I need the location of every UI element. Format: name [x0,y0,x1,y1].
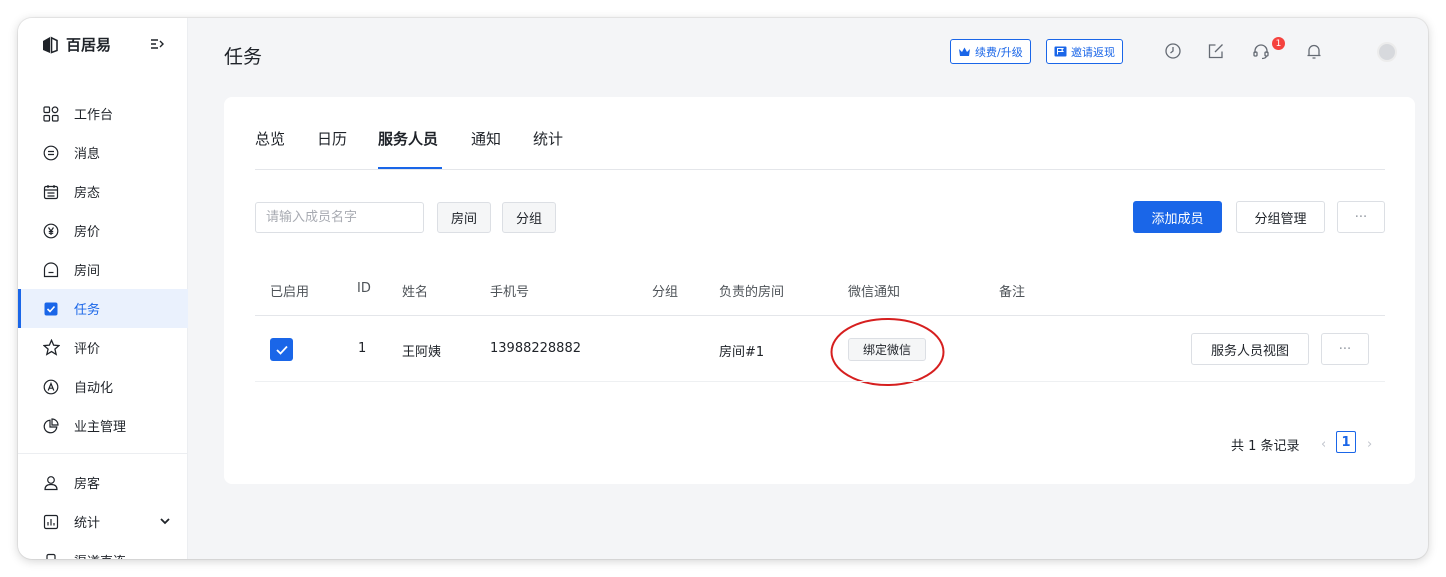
col-group: 分组 [652,285,679,300]
invite-cashback-button[interactable]: 邀请返现 [1046,39,1123,64]
sidebar-item-label: 消息 [74,147,101,162]
toolbar-more-button[interactable]: ··· [1337,201,1385,233]
active-tab-indicator [378,167,442,169]
headset-support-icon[interactable] [1252,42,1270,60]
user-icon [42,474,60,492]
col-enabled: 已启用 [270,285,310,300]
filter-room-button[interactable]: 房间 [437,202,491,233]
cell-id: 1 [358,341,367,356]
collapse-sidebar-icon[interactable] [150,37,164,51]
group-manage-button[interactable]: 分组管理 [1236,201,1325,233]
cell-rooms: 房间#1 [719,345,765,360]
sidebar-item-reviews[interactable]: 评价 [18,328,188,367]
sidebar-item-statistics[interactable]: 统计 [18,502,188,541]
edit-icon[interactable] [1207,42,1225,60]
tab-statistics[interactable]: 统计 [533,128,563,149]
col-id: ID [357,281,371,296]
bell-icon[interactable] [1305,42,1323,60]
tab-calendar[interactable]: 日历 [317,128,347,149]
automation-icon [42,378,60,396]
tab-overview[interactable]: 总览 [255,128,285,149]
tab-notifications[interactable]: 通知 [471,128,501,149]
sidebar-item-automation[interactable]: 自动化 [18,367,188,406]
sidebar-item-label: 渠道直连 [74,551,126,559]
chevron-down-icon [160,518,170,525]
pagination-summary: 共 1 条记录 [1231,439,1300,454]
renew-upgrade-button[interactable]: 续费/升级 [950,39,1031,64]
annotation-circle [830,318,945,386]
channel-icon [42,552,60,559]
sidebar-nav: 工作台 消息 房态 房价 房间 任务 评价 自动化 业主管理 房客 统计 [18,94,188,559]
sidebar-item-label: 评价 [74,342,101,357]
tab-bar: 总览 日历 服务人员 通知 统计 [255,97,1385,170]
app-window: 百居易 工作台 消息 房态 房价 房间 任务 评价 自动化 业主管理 房客 统计… [18,18,1428,559]
col-note: 备注 [999,285,1026,300]
col-phone: 手机号 [490,285,530,300]
calendar-icon [42,183,60,201]
grid-icon [42,105,60,123]
next-page-button[interactable]: › [1367,437,1372,452]
brand-logo-icon [43,36,58,54]
sidebar-item-label: 业主管理 [74,420,127,435]
tab-service-staff[interactable]: 服务人员 [378,128,438,149]
sidebar: 百居易 工作台 消息 房态 房价 房间 任务 评价 自动化 业主管理 房客 统计 [18,18,188,559]
sidebar-item-label: 房客 [74,477,101,492]
sidebar-divider [18,453,188,454]
yen-icon [42,222,60,240]
filter-group-button[interactable]: 分组 [502,202,556,233]
crown-icon [959,47,970,56]
sidebar-item-guests[interactable]: 房客 [18,463,188,502]
room-icon [42,261,60,279]
sidebar-item-label: 统计 [74,516,101,531]
sidebar-item-owner-management[interactable]: 业主管理 [18,406,188,445]
sidebar-item-room-status[interactable]: 房态 [18,172,188,211]
cell-phone: 13988228882 [490,341,581,356]
sidebar-item-messages[interactable]: 消息 [18,133,188,172]
sidebar-item-workbench[interactable]: 工作台 [18,94,188,133]
flag-icon [1054,46,1067,57]
sidebar-item-tasks[interactable]: 任务 [18,289,188,328]
sidebar-item-rooms[interactable]: 房间 [18,250,188,289]
pie-chart-icon [42,417,60,435]
brand[interactable]: 百居易 [40,34,111,55]
staff-view-button[interactable]: 服务人员视图 [1191,333,1309,365]
table-row-divider [255,381,1385,382]
sidebar-item-label: 房价 [74,225,101,240]
history-icon[interactable] [1164,42,1182,60]
sidebar-item-label: 自动化 [74,381,114,396]
col-wechat-notify: 微信通知 [848,285,901,300]
page-title: 任务 [224,46,263,68]
member-search-input[interactable] [255,202,424,233]
sidebar-item-label: 房间 [74,264,101,279]
checkbox-icon [42,300,60,318]
row-more-button[interactable]: ··· [1321,333,1369,365]
avatar[interactable] [1377,42,1397,62]
members-card: 总览 日历 服务人员 通知 统计 房间 分组 添加成员 分组管理 ··· 已启用… [224,97,1415,484]
col-name: 姓名 [402,285,429,300]
sidebar-item-channels[interactable]: 渠道直连 [18,541,188,559]
check-icon [275,345,288,355]
enabled-checkbox[interactable] [270,338,293,361]
sidebar-item-label: 工作台 [74,108,114,123]
renew-upgrade-label: 续费/升级 [975,45,1023,59]
add-member-button[interactable]: 添加成员 [1133,201,1222,233]
cell-name: 王阿姨 [402,345,442,360]
brand-name: 百居易 [66,36,112,54]
col-rooms: 负责的房间 [719,285,785,300]
bar-chart-icon [42,513,60,531]
message-icon [42,144,60,162]
invite-cashback-label: 邀请返现 [1071,45,1115,59]
support-badge: 1 [1272,37,1285,50]
star-icon [42,339,60,357]
sidebar-item-label: 任务 [74,303,101,318]
sidebar-item-label: 房态 [74,186,101,201]
prev-page-button[interactable]: ‹ [1321,437,1326,452]
table-header-divider [255,315,1385,316]
page-button-current[interactable]: 1 [1336,431,1356,453]
sidebar-item-room-price[interactable]: 房价 [18,211,188,250]
